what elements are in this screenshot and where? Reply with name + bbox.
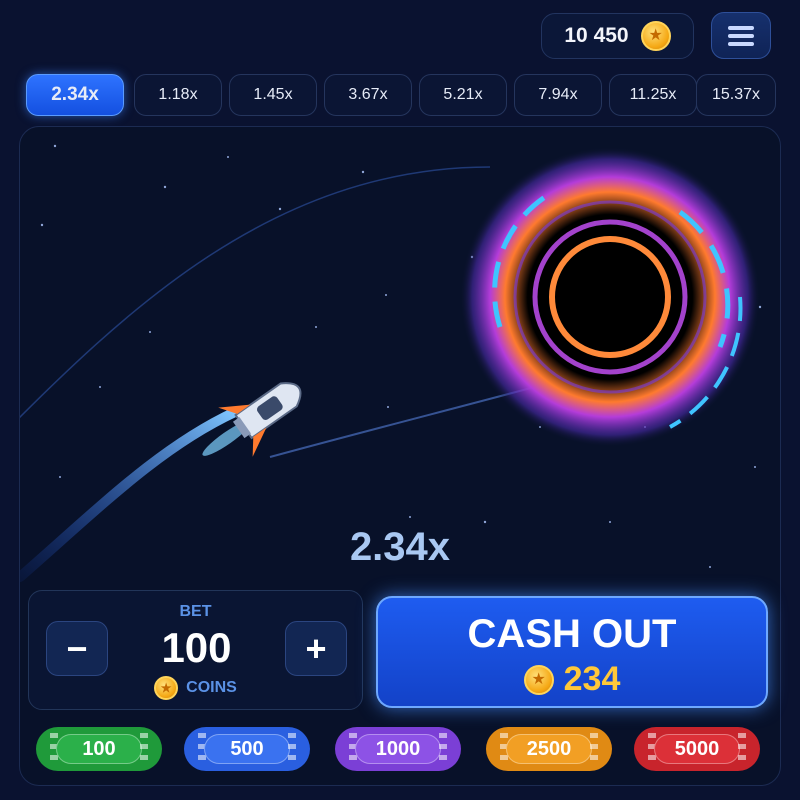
history-pill[interactable]: 11.25x bbox=[609, 74, 697, 116]
multiplier-history: 2.34x 1.18x 1.45x 3.67x 5.21x 7.94x 11.2… bbox=[26, 74, 776, 116]
history-pill[interactable]: 2.34x bbox=[26, 74, 124, 116]
balance-value: 10 450 bbox=[564, 24, 629, 47]
history-pill[interactable]: 3.67x bbox=[324, 74, 412, 116]
history-pill[interactable]: 15.37x bbox=[696, 74, 776, 116]
chip-5000[interactable]: 5000 bbox=[634, 727, 760, 771]
history-pill[interactable]: 5.21x bbox=[419, 74, 507, 116]
coin-icon: ★ bbox=[640, 21, 671, 51]
balance-display: 10 450 ★ bbox=[541, 13, 694, 59]
cash-out-label: CASH OUT bbox=[467, 612, 677, 656]
history-pill[interactable]: 1.18x bbox=[134, 74, 222, 116]
decrease-bet-button[interactable]: − bbox=[46, 621, 108, 676]
flight-trail bbox=[20, 407, 240, 582]
plus-icon: + bbox=[305, 627, 327, 669]
chip-500[interactable]: 500 bbox=[184, 727, 310, 771]
current-multiplier: 2.34x bbox=[349, 525, 451, 569]
cash-out-button[interactable]: CASH OUT ★ 234 bbox=[376, 596, 768, 708]
hamburger-menu-icon bbox=[728, 25, 754, 46]
coin-icon: ★ bbox=[523, 664, 554, 695]
coin-icon: ★ bbox=[154, 676, 179, 700]
bet-amount: 100 bbox=[161, 624, 232, 671]
bet-control: BET − 100 + ★ COINS bbox=[28, 590, 363, 710]
chip-2500[interactable]: 2500 bbox=[486, 727, 612, 771]
black-hole-icon bbox=[460, 147, 760, 447]
increase-bet-button[interactable]: + bbox=[285, 621, 347, 676]
history-pill[interactable]: 7.94x bbox=[514, 74, 602, 116]
history-pill[interactable]: 1.45x bbox=[229, 74, 317, 116]
game-scene bbox=[20, 144, 762, 582]
minus-icon: − bbox=[66, 627, 88, 669]
cash-out-amount: ★ 234 bbox=[378, 660, 766, 699]
chip-100[interactable]: 100 bbox=[36, 727, 162, 771]
orbit-line bbox=[20, 166, 491, 419]
bet-label: BET bbox=[179, 603, 212, 620]
bet-unit: ★ COINS bbox=[29, 676, 362, 700]
chip-1000[interactable]: 1000 bbox=[335, 727, 461, 771]
menu-button[interactable] bbox=[711, 12, 771, 59]
rocket-icon bbox=[202, 382, 302, 457]
